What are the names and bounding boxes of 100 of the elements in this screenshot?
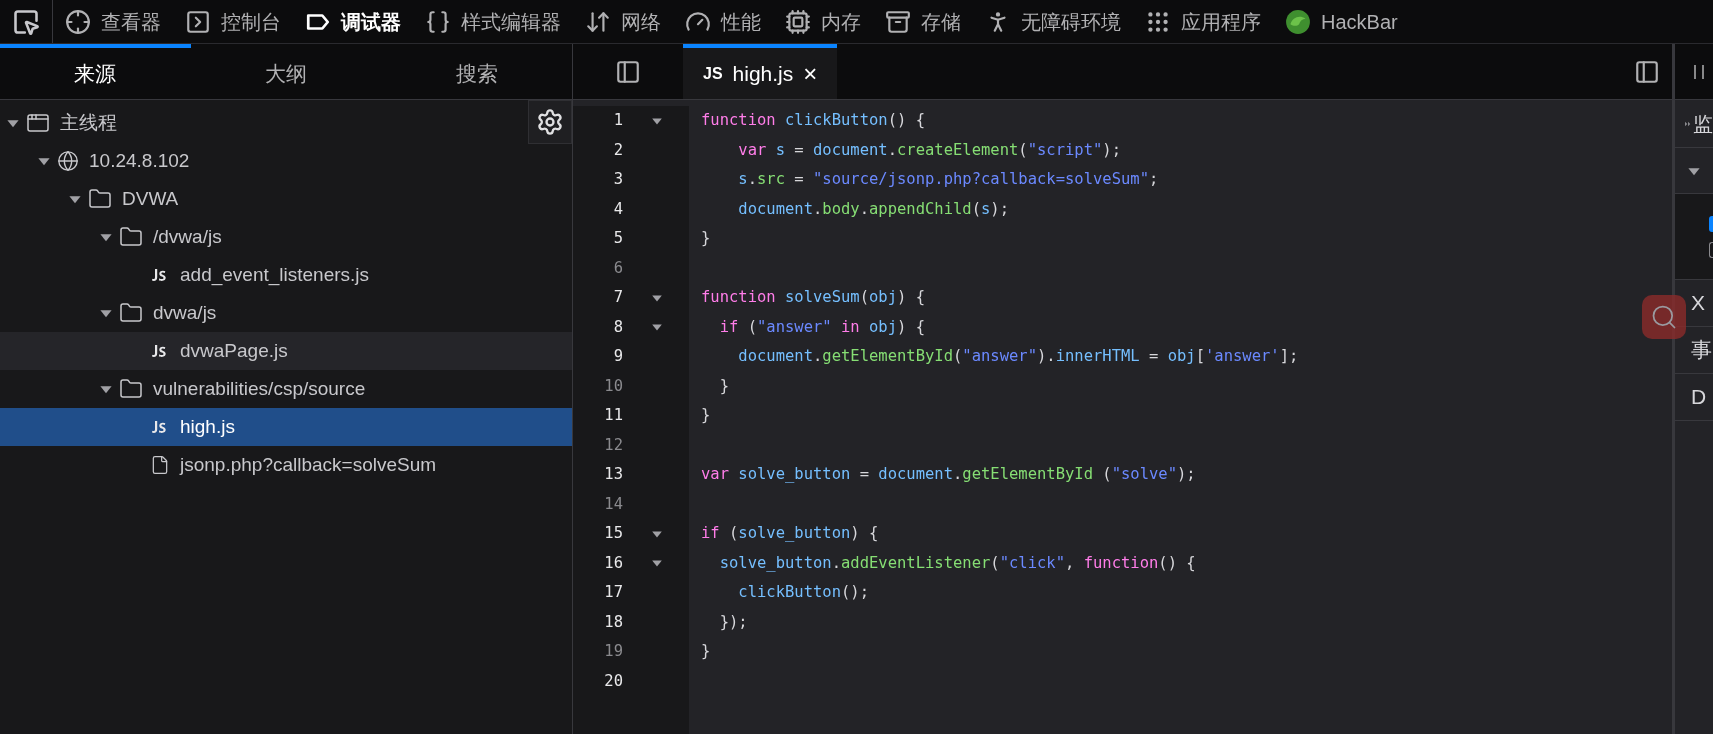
tree-item-label: dvwa/js [153,300,217,325]
expander-icon[interactable] [1685,120,1691,127]
section-header[interactable]: 事 [1691,334,1712,366]
line-number[interactable]: 11 [573,404,623,428]
folder-icon [119,377,143,401]
code-line: function clickButton() { [701,110,925,132]
line-number[interactable]: 12 [573,433,623,457]
line-number[interactable]: 4 [573,197,623,221]
devtools-tab[interactable]: 调试器 [293,0,413,43]
line-number[interactable]: 3 [573,168,623,192]
devtools-tab[interactable]: 内存 [773,0,873,43]
tree-item[interactable]: 10.24.8.102 [0,142,572,180]
tree-item[interactable]: /dvwa/js [0,218,572,256]
search-icon [1650,303,1678,331]
line-number[interactable]: 14 [573,492,623,516]
devtools-tab[interactable]: 样式编辑器 [413,0,573,43]
code-line: var s = document.createElement("script"); [737,139,1121,161]
tree-item[interactable]: jsonp.php?callback=solveSum [0,446,572,484]
file-icon [150,455,170,475]
folder-icon [88,187,112,211]
line-number[interactable]: 16 [573,551,623,575]
code-line: clickButton(); [737,582,869,604]
line-number[interactable]: 17 [573,581,623,605]
panel-tab[interactable]: 搜索 [381,44,572,99]
crosshair-icon [65,8,91,35]
settings-icon [536,108,564,136]
code-line: document.body.appendChild(s); [737,198,1009,220]
devtools-tab[interactable]: HackBar [1273,0,1410,43]
line-number[interactable]: 7 [573,286,623,310]
panel-tab[interactable]: 大纲 [190,44,382,99]
code-line: } [701,405,711,427]
tree-item-label: jsonp.php?callback=solveSum [180,452,437,477]
line-number[interactable]: 18 [573,610,623,634]
tree-item-label: DVWA [122,186,179,211]
panel-tab[interactable]: 来源 [0,44,191,99]
panel-right-icon [1634,58,1660,85]
tree-item[interactable]: add_event_listeners.js [0,256,572,294]
devtools-tab[interactable]: 无障碍环境 [973,0,1133,43]
tree-item[interactable]: 主线程 [0,104,526,142]
tree-item[interactable]: high.js [0,408,572,446]
code-line: if ("answer" in obj) { [718,316,925,338]
globe-logo-icon [1285,8,1311,35]
tree-item-label: add_event_listeners.js [180,262,370,288]
folder-icon [119,225,143,249]
tree-item[interactable]: DVWA [0,180,572,218]
devtools-tab[interactable]: 性能 [673,0,773,43]
section-header[interactable]: X [1691,287,1705,319]
watch-label: 监 [1693,111,1713,137]
search-button[interactable] [1642,295,1686,339]
code-line: if (solve_button) { [701,523,879,545]
cabinet-icon [885,8,911,35]
line-number[interactable]: 13 [573,463,623,487]
code-line: var solve_button = document.getElementById ("solve"); [701,464,1196,486]
tree-item-label: 10.24.8.102 [89,148,190,173]
folder-icon [119,301,143,325]
devtools-tab[interactable]: 查看器 [53,0,173,43]
code-line: } [701,641,711,663]
line-number[interactable]: 20 [573,669,623,693]
close-button[interactable]: × [803,61,818,86]
code-line: document.getElementById("answer").innerHTML = obj['answer']; [737,346,1299,368]
pause-icon[interactable] [1693,63,1705,80]
file-tab[interactable]: JS high.js × [683,44,838,99]
tree-item-label: vulnerabilities/csp/source [153,376,366,401]
code-line: } [701,228,711,250]
tree-item[interactable]: vulnerabilities/csp/source [0,370,572,408]
devtools-tab[interactable]: 应用程序 [1133,0,1273,43]
line-number[interactable]: 1 [573,109,623,133]
braces-icon [425,8,451,35]
window-icon [26,111,50,135]
code-line: } [718,375,729,397]
panel-left-icon [615,58,641,85]
tree-item-label: 主线程 [60,110,117,135]
line-number[interactable]: 5 [573,227,623,251]
devtools-tab[interactable]: 存储 [873,0,973,43]
line-number[interactable]: 9 [573,345,623,369]
line-number[interactable]: 19 [573,640,623,664]
pointer-icon [12,7,40,36]
line-number[interactable]: 6 [573,256,623,280]
file-tab-label: high.js [732,60,794,87]
devtools-tab[interactable]: 控制台 [173,0,293,43]
terminal-icon [185,8,211,35]
tree-item[interactable]: dvwa/js [0,294,572,332]
tree-item-label: /dvwa/js [153,224,222,249]
devtools-tab[interactable]: 网络 [573,0,673,43]
line-number[interactable]: 15 [573,522,623,546]
chip-icon [785,8,811,35]
js-label: JS [703,63,723,84]
settings-button[interactable] [528,100,572,144]
code-line: function solveSum(obj) { [701,287,925,309]
code-line: solve_button.addEventListener("click", function() { [718,552,1196,574]
globe-icon [57,150,79,172]
tree-item-label: dvwaPage.js [180,338,288,363]
line-number[interactable]: 8 [573,315,623,339]
section-header[interactable]: D [1691,381,1707,413]
code-line: s.src = "source/jsonp.php?callback=solveSum"; [737,169,1159,191]
code-line: }); [718,611,748,633]
line-number[interactable]: 2 [573,138,623,162]
line-number[interactable]: 10 [573,374,623,398]
tree-item-label: high.js [180,414,235,439]
tree-item[interactable]: dvwaPage.js [0,332,572,370]
